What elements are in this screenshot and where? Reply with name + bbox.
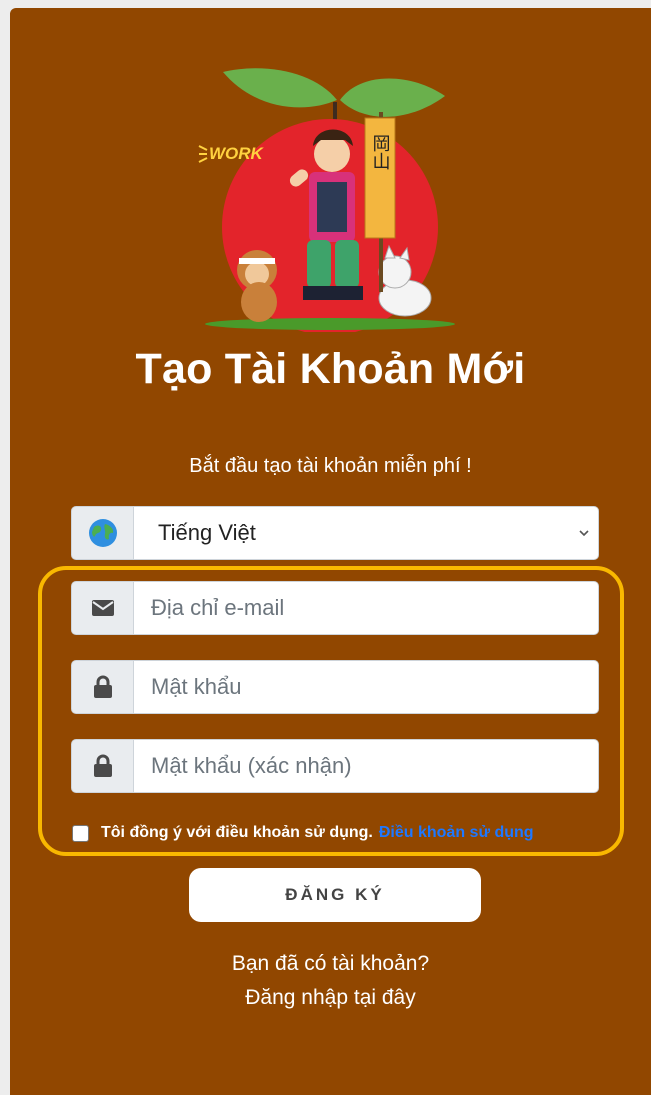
login-link[interactable]: Đăng nhập tại đây [10,986,651,1010]
work-badge: WORK [209,144,265,163]
samurai-head [314,136,350,172]
highlight-outline [38,566,624,856]
mascot-illustration: 岡山 WORK [198,68,455,332]
globe-icon [71,506,133,560]
banner-text: 岡山 [370,134,391,170]
register-button[interactable]: ĐĂNG KÝ [189,868,481,922]
have-account-text: Bạn đã có tài khoản? [231,952,430,975]
ground [205,318,455,330]
samurai-leg-left [307,240,331,288]
language-select[interactable]: Tiếng Việt [133,506,599,560]
leaf-right [340,78,445,117]
language-selected-value: Tiếng Việt [158,520,256,545]
samurai-leg-right [335,240,359,288]
terms-link[interactable]: Điều khoản sử dụng [379,824,534,842]
page-subtitle: Bắt đầu tạo tài khoản miễn phí ! [189,455,472,477]
terms-agreement: Tôi đồng ý với điều khoản sử dụng. Điều … [72,824,534,842]
terms-checkbox[interactable] [72,824,89,842]
leaf-left [223,68,337,108]
page-title: Tạo Tài Khoản Mới [135,345,526,393]
monkey-body [241,282,277,322]
monkey-headband [239,258,275,264]
dog-head [378,255,412,289]
chevron-down-icon [579,530,589,537]
language-select-group: Tiếng Việt [71,506,599,560]
terms-agreement-text: Tôi đồng ý với điều khoản sử dụng. [101,824,373,841]
